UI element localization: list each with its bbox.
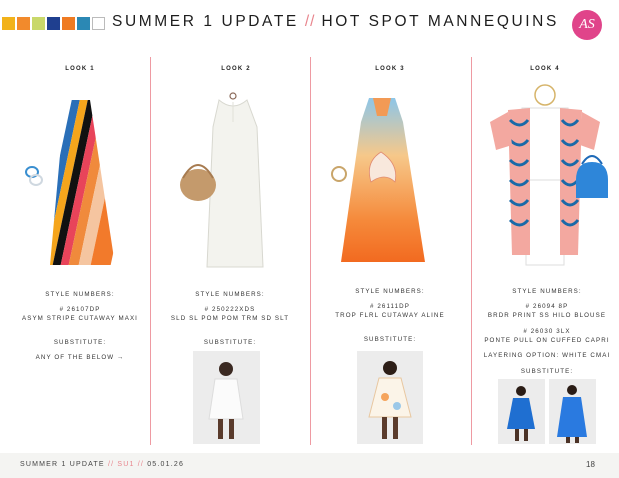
page-number: 18 <box>586 460 595 469</box>
look-3-substitute-photo <box>357 351 423 444</box>
look-3-dress-image <box>331 98 425 262</box>
footer-part1: SUMMER 1 UPDATE <box>20 461 105 468</box>
look-3-style-number: # 26111DP <box>370 303 410 310</box>
footer-sep-2: // <box>137 461 145 468</box>
look-4-label: LOOK 4 <box>530 66 560 72</box>
look-1-label: LOOK 1 <box>65 66 95 72</box>
look-2-substitute-label: SUBSTITUTE: <box>203 339 257 346</box>
swatch <box>32 17 45 30</box>
look-4-substitute-photo-1 <box>498 379 545 444</box>
swatch <box>77 17 90 30</box>
swatch <box>92 17 105 30</box>
look-4-outfit-image <box>490 84 608 266</box>
look-1-style-number: # 26107DP <box>59 306 101 313</box>
title-part2: HOT SPOT MANNEQUINS <box>321 13 559 30</box>
look-2-label: LOOK 2 <box>221 66 251 72</box>
look-4-style-desc-2: PONTE PULL ON CUFFED CAPRI <box>484 337 610 344</box>
swatch <box>47 17 60 30</box>
column-divider <box>150 57 151 445</box>
look-4-substitute-label: SUBSTITUTE: <box>520 368 574 375</box>
logo-text: AS <box>579 17 595 32</box>
look-4-substitute-photo-2 <box>549 379 596 444</box>
footer-sep-1: // <box>107 461 115 468</box>
look-4-layering-option: LAYERING OPTION: WHITE CMAI <box>483 352 611 359</box>
swatch <box>2 17 15 30</box>
look-2-style-label: STYLE NUMBERS: <box>195 291 265 298</box>
footer-part2: SU1 <box>117 461 135 468</box>
look-3-substitute-label: SUBSTITUTE: <box>363 336 417 343</box>
look-4-style-number-2: # 26030 3LX <box>523 328 571 335</box>
brand-logo: AS <box>572 10 602 40</box>
look-3-style-label: STYLE NUMBERS: <box>355 288 425 295</box>
column-divider <box>310 57 311 445</box>
title-part1: SUMMER 1 UPDATE <box>112 13 299 30</box>
look-3-label: LOOK 3 <box>375 66 405 72</box>
look-1-style-label: STYLE NUMBERS: <box>45 291 115 298</box>
look-4-style-desc-1: BRDR PRINT SS HILO BLOUSE <box>487 312 607 319</box>
look-1-substitute-note: ANY OF THE BELOW → <box>35 354 125 361</box>
look-3-style-desc: TROP FLRL CUTAWAY ALINE <box>335 312 445 319</box>
column-divider <box>471 57 472 445</box>
look-4-style-number-1: # 26094 8P <box>525 303 569 310</box>
title-separator: // <box>304 13 316 30</box>
look-1-style-desc: ASYM STRIPE CUTAWAY MAXI <box>21 315 138 322</box>
color-swatch-strip <box>2 17 105 30</box>
look-2-style-number: # 250222XDS <box>204 306 256 313</box>
look-2-substitute-photo <box>193 351 260 444</box>
footer-text: SUMMER 1 UPDATE // SU1 // 05.01.26 <box>20 461 184 468</box>
look-1-dress-image <box>25 100 115 265</box>
page-title: SUMMER 1 UPDATE // HOT SPOT MANNEQUINS <box>112 13 559 31</box>
look-2-style-desc: SLD SL POM POM TRM SD SLT <box>170 315 290 322</box>
swatch <box>62 17 75 30</box>
swatch <box>17 17 30 30</box>
look-4-style-label: STYLE NUMBERS: <box>512 288 582 295</box>
look-1-substitute-label: SUBSTITUTE: <box>53 339 107 346</box>
look-2-dress-image <box>180 92 264 268</box>
footer-date: 05.01.26 <box>147 461 185 468</box>
